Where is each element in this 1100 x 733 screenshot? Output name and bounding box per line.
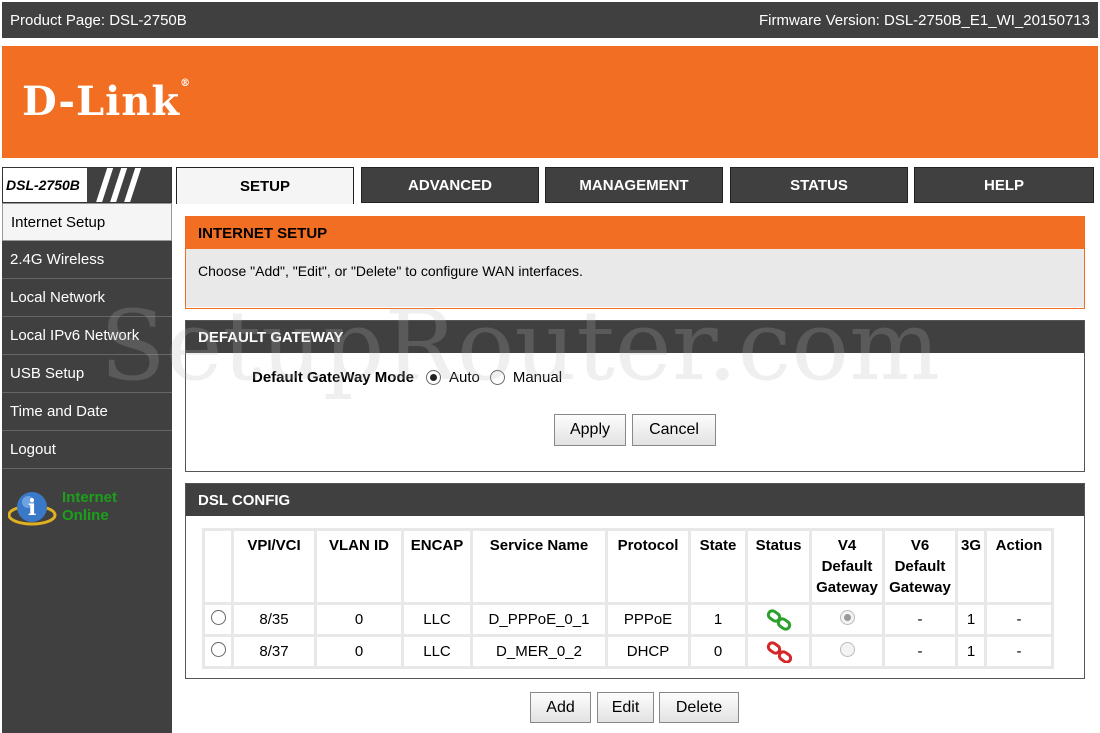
- tab-status[interactable]: STATUS: [730, 167, 908, 203]
- vpi-vci-cell: 8/37: [234, 637, 314, 666]
- internet-status: i Internet Online: [8, 487, 168, 537]
- row-select-radio[interactable]: [210, 610, 226, 625]
- model-badge: DSL-2750B: [2, 167, 172, 203]
- add-button[interactable]: Add: [530, 692, 591, 723]
- edit-button[interactable]: Edit: [597, 692, 654, 723]
- dsl-config-title: DSL CONFIG: [186, 484, 1084, 516]
- action-cell: -: [987, 605, 1052, 634]
- dsl-config-section: DSL CONFIG VPI/VCI VLAN ID ENCAP Service…: [185, 483, 1085, 679]
- firmware-version-label: Firmware Version: DSL-2750B_E1_WI_201507…: [758, 11, 1090, 29]
- v6-gateway-cell: -: [885, 605, 955, 634]
- v4-gateway-radio: [839, 610, 855, 625]
- protocol-cell: DHCP: [608, 637, 688, 666]
- product-page-label: Product Page: DSL-2750B: [10, 11, 187, 29]
- protocol-cell: PPPoE: [608, 605, 688, 634]
- table-row: 8/37 0 LLC D_MER_0_2 DHCP 0 - 1 -: [205, 637, 1052, 666]
- status-cell: [748, 637, 809, 666]
- sidebar-item-local-ipv6-network[interactable]: Local IPv6 Network: [2, 317, 172, 355]
- v6-gateway-cell: -: [885, 637, 955, 666]
- vpi-vci-column-header: VPI/VCI: [234, 531, 314, 602]
- badge-stripes-icon: [87, 168, 171, 202]
- service-name-cell: D_MER_0_2: [473, 637, 605, 666]
- tab-advanced[interactable]: ADVANCED: [361, 167, 539, 203]
- encap-cell: LLC: [404, 605, 470, 634]
- link-disconnected-icon: [766, 640, 792, 663]
- info-globe-icon: i: [8, 492, 57, 526]
- encap-column-header: ENCAP: [404, 531, 470, 602]
- main-tab-bar: DSL-2750B SETUP ADVANCED MANAGEMENT STAT…: [2, 167, 1098, 204]
- internet-setup-description: Choose "Add", "Edit", or "Delete" to con…: [186, 249, 1084, 307]
- row-select-radio[interactable]: [210, 642, 226, 657]
- vlan-id-cell: 0: [317, 637, 401, 666]
- gateway-mode-manual-label: Manual: [512, 369, 563, 386]
- status-column-header: Status: [748, 531, 809, 602]
- table-header-row: VPI/VCI VLAN ID ENCAP Service Name Proto…: [205, 531, 1052, 602]
- state-column-header: State: [691, 531, 745, 602]
- gateway-mode-auto-radio[interactable]: [425, 370, 441, 385]
- sidebar-item-usb-setup[interactable]: USB Setup: [2, 355, 172, 393]
- row-select-cell: [205, 605, 231, 634]
- link-connected-icon: [766, 608, 791, 631]
- sidebar-item-logout[interactable]: Logout: [2, 431, 172, 469]
- table-row: 8/35 0 LLC D_PPPoE_0_1 PPPoE 1 - 1 -: [205, 605, 1052, 634]
- 3g-cell: 1: [958, 605, 985, 634]
- sidebar-item-time-and-date[interactable]: Time and Date: [2, 393, 172, 431]
- v4-gateway-cell: [812, 605, 882, 634]
- service-name-cell: D_PPPoE_0_1: [473, 605, 605, 634]
- sidebar-item-wireless[interactable]: 2.4G Wireless: [2, 241, 172, 279]
- default-gateway-title: DEFAULT GATEWAY: [186, 321, 1084, 353]
- cancel-button[interactable]: Cancel: [632, 414, 716, 446]
- vlan-id-column-header: VLAN ID: [317, 531, 401, 602]
- 3g-column-header: 3G: [958, 531, 985, 602]
- action-cell: -: [987, 637, 1052, 666]
- gateway-mode-label: Default GateWay Mode: [252, 369, 414, 386]
- gateway-mode-manual-radio[interactable]: [489, 370, 505, 385]
- gateway-mode-auto-label: Auto: [448, 369, 480, 386]
- internet-setup-title: INTERNET SETUP: [186, 217, 1084, 249]
- 3g-cell: 1: [958, 637, 985, 666]
- action-column-header: Action: [987, 531, 1052, 602]
- internet-setup-section: INTERNET SETUP Choose "Add", "Edit", or …: [185, 216, 1085, 309]
- protocol-column-header: Protocol: [608, 531, 688, 602]
- v6-gateway-column-header: V6 Default Gateway: [885, 531, 955, 602]
- top-info-bar: Product Page: DSL-2750B Firmware Version…: [2, 2, 1098, 38]
- sidebar-item-local-network[interactable]: Local Network: [2, 279, 172, 317]
- delete-button[interactable]: Delete: [659, 692, 739, 723]
- svg-text:i: i: [28, 495, 36, 521]
- service-name-column-header: Service Name: [473, 531, 605, 602]
- row-select-cell: [205, 637, 231, 666]
- v4-gateway-cell: [812, 637, 882, 666]
- encap-cell: LLC: [404, 637, 470, 666]
- vlan-id-cell: 0: [317, 605, 401, 634]
- gateway-mode-row: Default GateWay Mode Auto Manual: [252, 369, 572, 386]
- dlink-logo: D-Link®: [22, 78, 192, 125]
- tab-management[interactable]: MANAGEMENT: [545, 167, 723, 203]
- model-badge-text: DSL-2750B: [6, 177, 80, 193]
- state-cell: 0: [691, 637, 745, 666]
- tab-help[interactable]: HELP: [914, 167, 1094, 203]
- tab-setup[interactable]: SETUP: [176, 167, 354, 204]
- brand-banner: D-Link®: [2, 46, 1098, 158]
- v4-gateway-radio: [839, 642, 855, 657]
- sidebar: Internet Setup 2.4G Wireless Local Netwo…: [2, 203, 172, 733]
- apply-button[interactable]: Apply: [554, 414, 626, 446]
- internet-status-text: Internet Online: [62, 489, 118, 524]
- vpi-vci-cell: 8/35: [234, 605, 314, 634]
- default-gateway-section: DEFAULT GATEWAY Default GateWay Mode Aut…: [185, 320, 1085, 472]
- sidebar-item-internet-setup[interactable]: Internet Setup: [2, 203, 172, 241]
- status-cell: [748, 605, 809, 634]
- v4-gateway-column-header: V4 Default Gateway: [812, 531, 882, 602]
- select-column-header: [205, 531, 231, 602]
- dsl-config-table: VPI/VCI VLAN ID ENCAP Service Name Proto…: [202, 528, 1055, 669]
- state-cell: 1: [691, 605, 745, 634]
